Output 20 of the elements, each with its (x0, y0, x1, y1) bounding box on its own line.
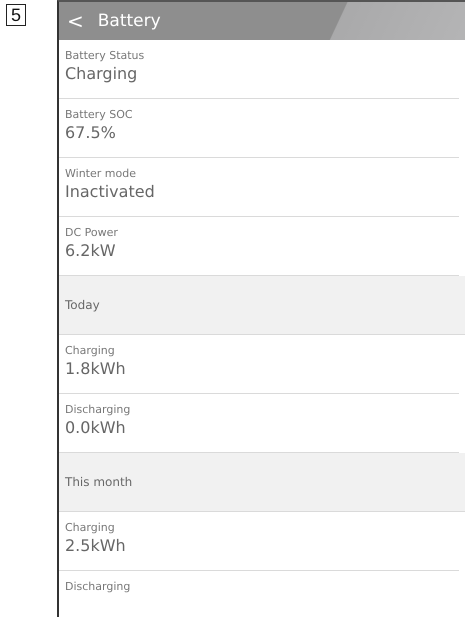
field-label: Discharging (65, 580, 132, 593)
field-value: Charging (65, 64, 138, 83)
field-label: DC Power (65, 226, 119, 239)
field-value: 67.5% (65, 123, 117, 142)
field-value: 2.5kWh (65, 536, 127, 555)
field-label: Battery SOC (65, 108, 134, 121)
back-button[interactable]: < (67, 11, 84, 31)
field-label: Battery Status (65, 49, 146, 62)
screen-title: Battery (98, 11, 161, 31)
section-header: This month (59, 453, 465, 512)
field-value: 0.0kWh (65, 418, 127, 437)
figure-label: 5 (6, 4, 26, 26)
section-header: Today (59, 276, 465, 335)
field-label: Discharging (65, 403, 132, 416)
field-value: 1.8kWh (65, 359, 127, 378)
field-label: Charging (65, 521, 116, 534)
field-label: Winter mode (65, 167, 137, 180)
field-value: Inactivated (65, 182, 156, 201)
field-label: Charging (65, 344, 116, 357)
field-value: 6.2kW (65, 241, 117, 260)
